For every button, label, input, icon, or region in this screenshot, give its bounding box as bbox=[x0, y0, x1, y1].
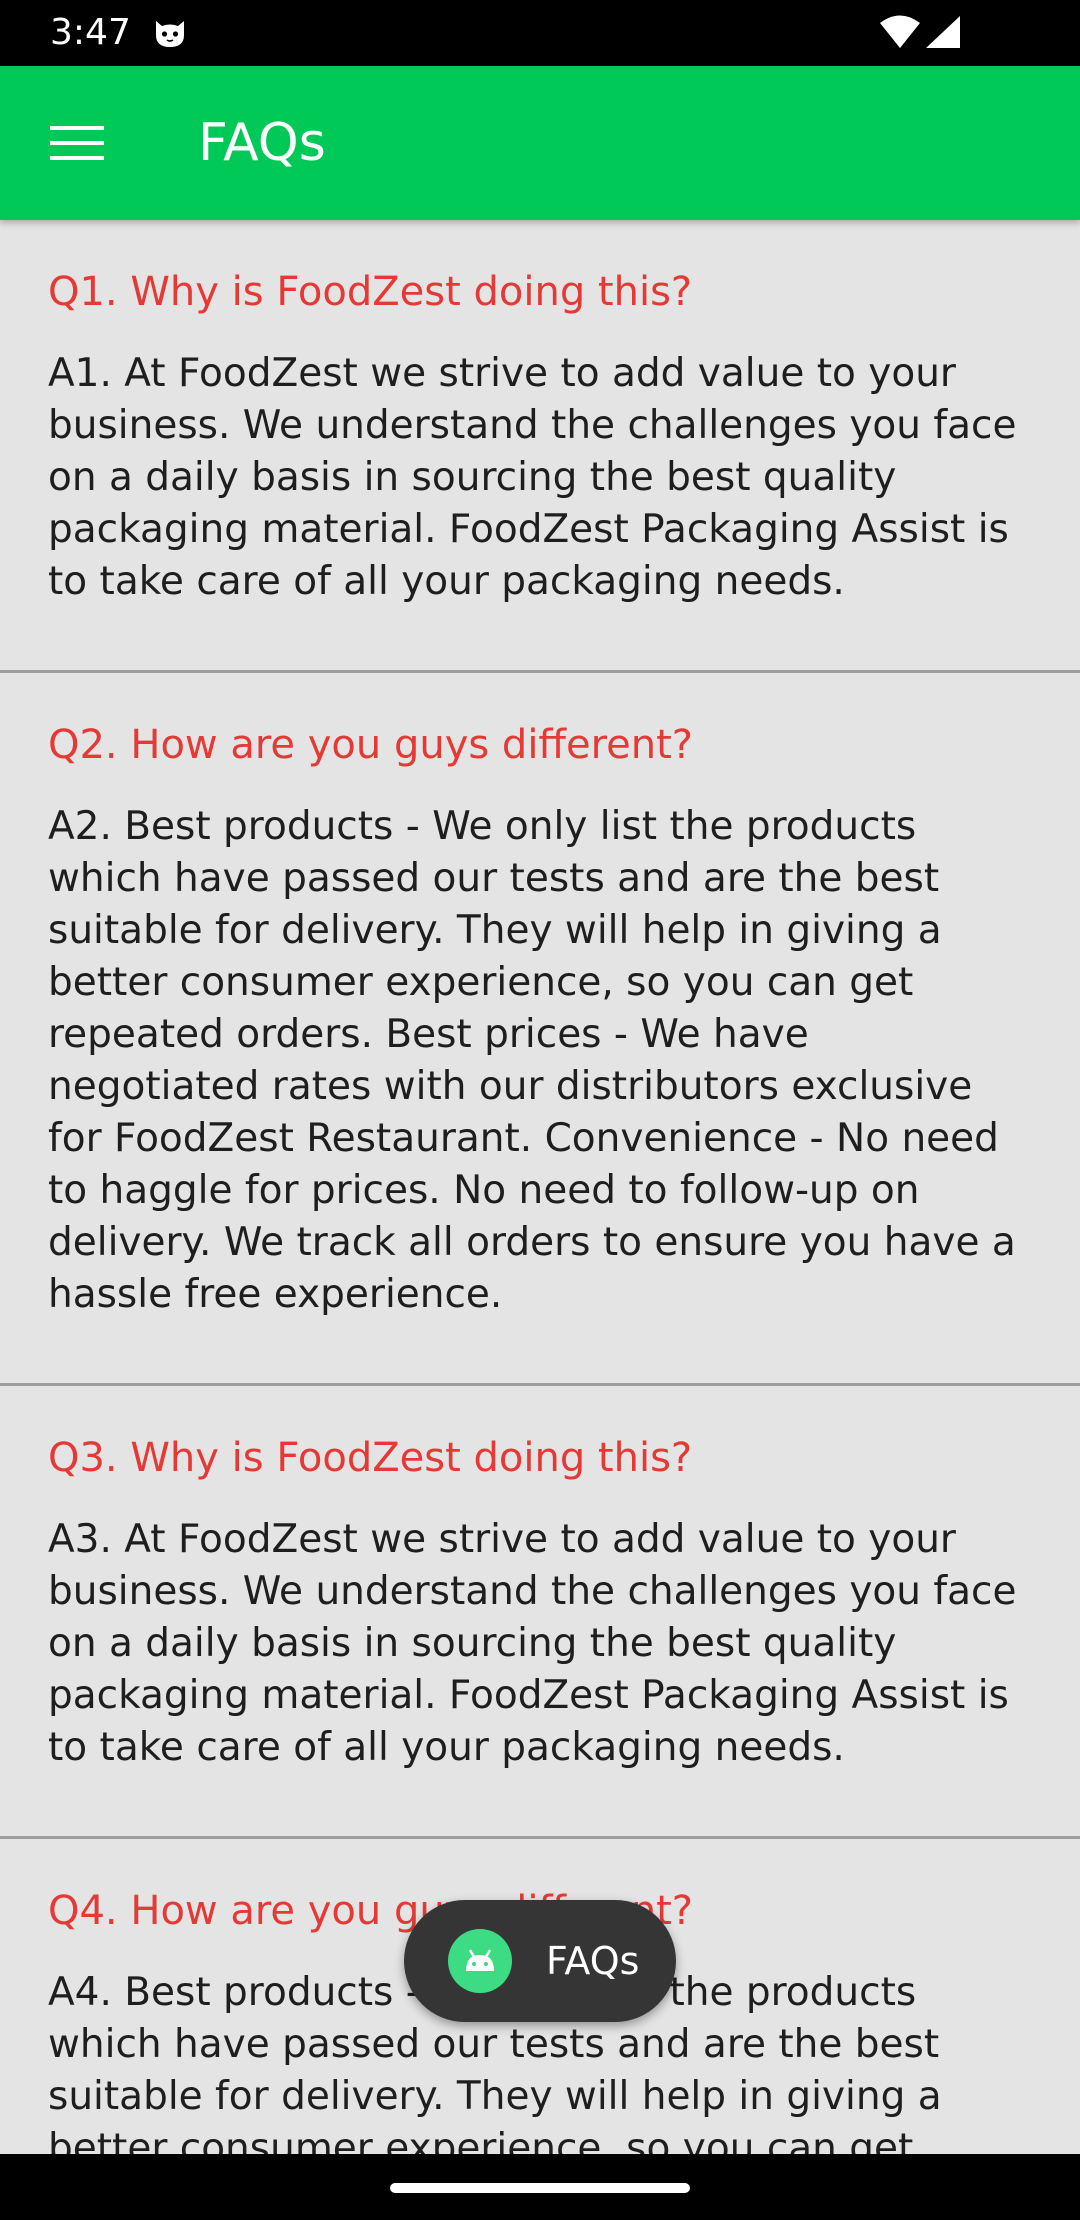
faq-answer: A3. At FoodZest we strive to add value t… bbox=[48, 1517, 1017, 1770]
faq-question: Q1. Why is FoodZest doing this? bbox=[48, 269, 693, 315]
menu-button[interactable] bbox=[36, 110, 118, 176]
navigation-bar bbox=[0, 2154, 1080, 2220]
wifi-icon bbox=[880, 15, 920, 48]
faq-item-3: Q3. Why is FoodZest doing this? A3. At F… bbox=[0, 1386, 1080, 1839]
cell-signal-icon bbox=[926, 16, 960, 48]
hamburger-menu-icon bbox=[50, 126, 104, 160]
page-title: FAQs bbox=[198, 113, 326, 173]
faq-list[interactable]: Q1. Why is FoodZest doing this? A1. At F… bbox=[0, 220, 1080, 2154]
android-robot-glyph bbox=[466, 1949, 494, 1971]
toast-text: FAQs bbox=[546, 1939, 640, 1983]
cat-notification-icon bbox=[156, 21, 184, 47]
faq-item-2: Q2. How are you guys different? A2. Best… bbox=[0, 673, 1080, 1386]
app-bar: FAQs bbox=[0, 66, 1080, 220]
status-time: 3:47 bbox=[50, 12, 131, 53]
home-gesture-handle[interactable] bbox=[390, 2183, 690, 2193]
toast-message: FAQs bbox=[404, 1900, 676, 2022]
faq-answer: A2. Best products - We only list the pro… bbox=[48, 804, 1016, 1317]
faq-answer: A1. At FoodZest we strive to add value t… bbox=[48, 351, 1017, 604]
faq-question: Q2. How are you guys different? bbox=[48, 722, 694, 768]
faq-question: Q3. Why is FoodZest doing this? bbox=[48, 1435, 693, 1481]
android-icon bbox=[448, 1929, 512, 1993]
faq-item-1: Q1. Why is FoodZest doing this? A1. At F… bbox=[0, 220, 1080, 673]
status-bar: 3:47 bbox=[0, 0, 1080, 66]
